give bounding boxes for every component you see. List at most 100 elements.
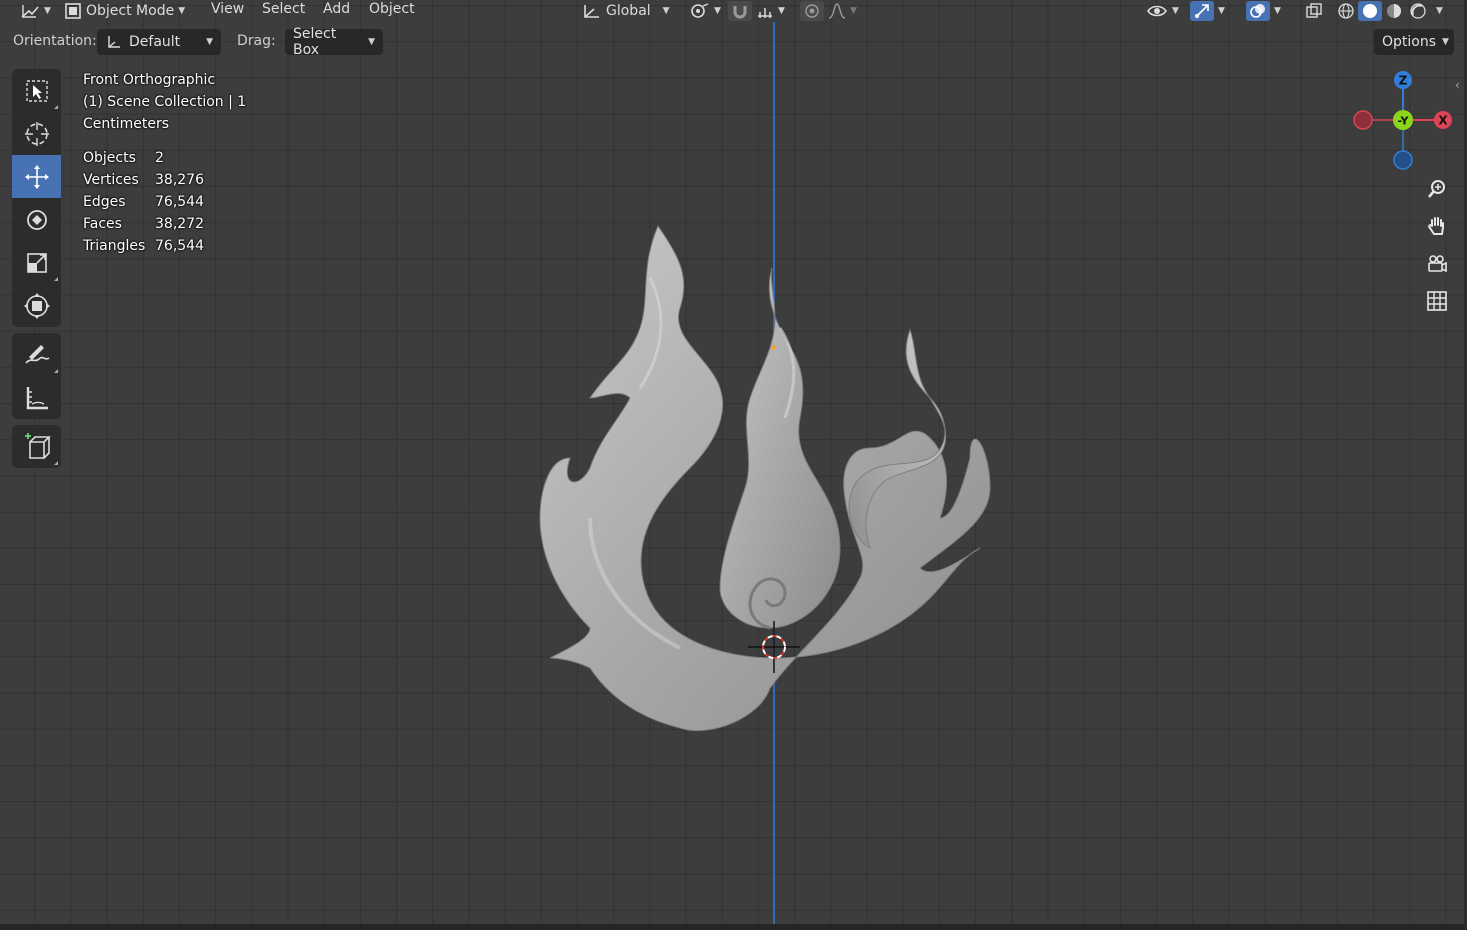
add-cube-icon <box>24 432 51 459</box>
tool-settings-bar: Orientation: Default ▼ Drag: Select Box … <box>0 26 1467 58</box>
editor-type-icon <box>21 5 39 18</box>
view-name: Front Orthographic <box>83 72 216 88</box>
gizmo-toggle[interactable] <box>1190 1 1214 21</box>
orientation-value: Default <box>129 34 181 50</box>
rotate-tool[interactable] <box>12 198 61 241</box>
stat-value: 76,544 <box>155 238 204 254</box>
stat-value: 38,276 <box>155 172 204 188</box>
snap-toggle[interactable] <box>728 1 752 21</box>
tool-group-add <box>12 425 61 468</box>
mode-dropdown[interactable]: Object Mode ▼ <box>64 0 185 22</box>
stat-label: Edges <box>83 194 126 210</box>
chevron-down-icon: ▼ <box>178 6 186 16</box>
chevron-down-icon: ▼ <box>714 6 721 16</box>
proportional-edit-toggle[interactable] <box>800 1 824 21</box>
drag-label: Drag: <box>237 33 276 49</box>
menu-select[interactable]: Select <box>262 1 305 17</box>
overlays-toggle[interactable] <box>1246 1 1270 21</box>
stat-label: Triangles <box>83 238 146 254</box>
falloff-dropdown[interactable]: ▼ <box>828 0 857 22</box>
proportional-edit-icon <box>805 4 819 18</box>
solid-shading-button[interactable] <box>1358 1 1382 21</box>
editor-type-button[interactable]: ▼ <box>20 0 51 22</box>
gizmo-dropdown[interactable]: ▼ <box>1218 0 1225 22</box>
add-cube-tool[interactable] <box>12 425 61 468</box>
chevron-down-icon: ▼ <box>206 37 213 47</box>
annotate-pencil-icon <box>24 344 49 364</box>
stat-value: 2 <box>155 150 164 166</box>
stat-label: Faces <box>83 216 122 232</box>
solid-sphere-icon <box>1363 4 1377 18</box>
options-dropdown[interactable]: Options ▼ <box>1374 29 1454 55</box>
orientation-axes-icon <box>584 5 599 18</box>
annotate-tool[interactable] <box>12 333 61 376</box>
sidebar-toggle-arrow[interactable]: ‹ <box>1455 78 1460 92</box>
3d-cursor-icon[interactable] <box>748 621 800 673</box>
overlays-dropdown[interactable]: ▼ <box>1274 0 1281 22</box>
pan-hand-icon <box>1428 217 1444 235</box>
stat-label: Vertices <box>83 172 139 188</box>
collection-name: (1) Scene Collection | 1 <box>83 94 247 110</box>
eye-icon <box>1147 5 1167 17</box>
overlays-icon <box>1250 4 1265 18</box>
scale-tool[interactable] <box>12 241 61 284</box>
z-axis-label: Z <box>1399 74 1408 88</box>
orientation-default-icon <box>108 36 120 48</box>
chevron-down-icon: ▼ <box>44 6 51 16</box>
chevron-down-icon: ▼ <box>1442 37 1449 47</box>
neg-x-axis-ball[interactable] <box>1353 110 1373 130</box>
cursor-tool[interactable] <box>12 112 61 155</box>
snap-target-dropdown[interactable]: ▼ <box>756 0 785 22</box>
gizmo-icon <box>1195 4 1209 18</box>
y-axis-label: -Y <box>1398 115 1410 128</box>
chevron-down-icon: ▼ <box>850 6 857 16</box>
magnet-icon <box>733 6 747 19</box>
xray-icon <box>1306 3 1322 18</box>
menu-object[interactable]: Object <box>369 1 415 17</box>
chevron-down-icon: ▼ <box>1436 6 1443 16</box>
move-tool[interactable] <box>12 155 61 198</box>
stat-value: 76,544 <box>155 194 204 210</box>
viewport-bottom-border <box>0 924 1467 930</box>
snap-increment-icon <box>758 8 772 18</box>
scene-statistics: Objects 2 Vertices 38,276 Edges 76,544 Face… <box>83 147 204 257</box>
drag-value: Select Box <box>293 26 337 58</box>
move-arrows-icon <box>24 164 49 189</box>
menu-add[interactable]: Add <box>323 1 350 17</box>
units-label: Centimeters <box>83 116 170 132</box>
orientation-label: Global <box>606 3 651 19</box>
xray-toggle[interactable] <box>1302 1 1326 21</box>
orientation-dropdown[interactable]: Default ▼ <box>97 29 221 55</box>
perspective-toggle-button[interactable] <box>1422 286 1452 316</box>
transform-orientation-dropdown[interactable]: Global ▼ <box>582 0 670 22</box>
orientation-label: Orientation: <box>13 33 97 49</box>
options-label: Options <box>1382 34 1437 50</box>
material-shading-button[interactable] <box>1382 1 1406 21</box>
wireframe-shading-button[interactable] <box>1334 1 1358 21</box>
shading-dropdown[interactable]: ▼ <box>1436 0 1443 22</box>
transform-tool[interactable] <box>12 284 61 327</box>
navigation-gizmo[interactable]: Z X -Y <box>1348 66 1460 178</box>
zoom-button[interactable] <box>1422 174 1452 204</box>
pivot-point-dropdown[interactable]: ▼ <box>688 0 721 22</box>
grid-icon <box>1427 291 1447 311</box>
measure-ruler-icon <box>26 386 48 409</box>
rotate-icon <box>26 209 47 230</box>
neg-z-axis-ball[interactable] <box>1393 150 1413 170</box>
camera-view-button[interactable] <box>1422 249 1452 279</box>
visibility-dropdown[interactable]: ▼ <box>1146 0 1179 22</box>
falloff-curve-icon <box>828 3 846 19</box>
stat-row: Edges 76,544 <box>83 191 204 213</box>
measure-tool[interactable] <box>12 376 61 419</box>
drag-dropdown[interactable]: Select Box ▼ <box>285 26 383 58</box>
menu-view[interactable]: View <box>211 1 244 17</box>
material-sphere-icon <box>1387 4 1401 18</box>
cursor-icon <box>24 121 49 146</box>
toolbar <box>12 69 61 474</box>
pan-button[interactable] <box>1422 211 1452 241</box>
zoom-icon <box>1428 180 1445 198</box>
tool-group-transform <box>12 69 61 327</box>
select-box-tool[interactable] <box>12 69 61 112</box>
camera-icon <box>1428 255 1447 273</box>
rendered-shading-button[interactable] <box>1406 1 1430 21</box>
